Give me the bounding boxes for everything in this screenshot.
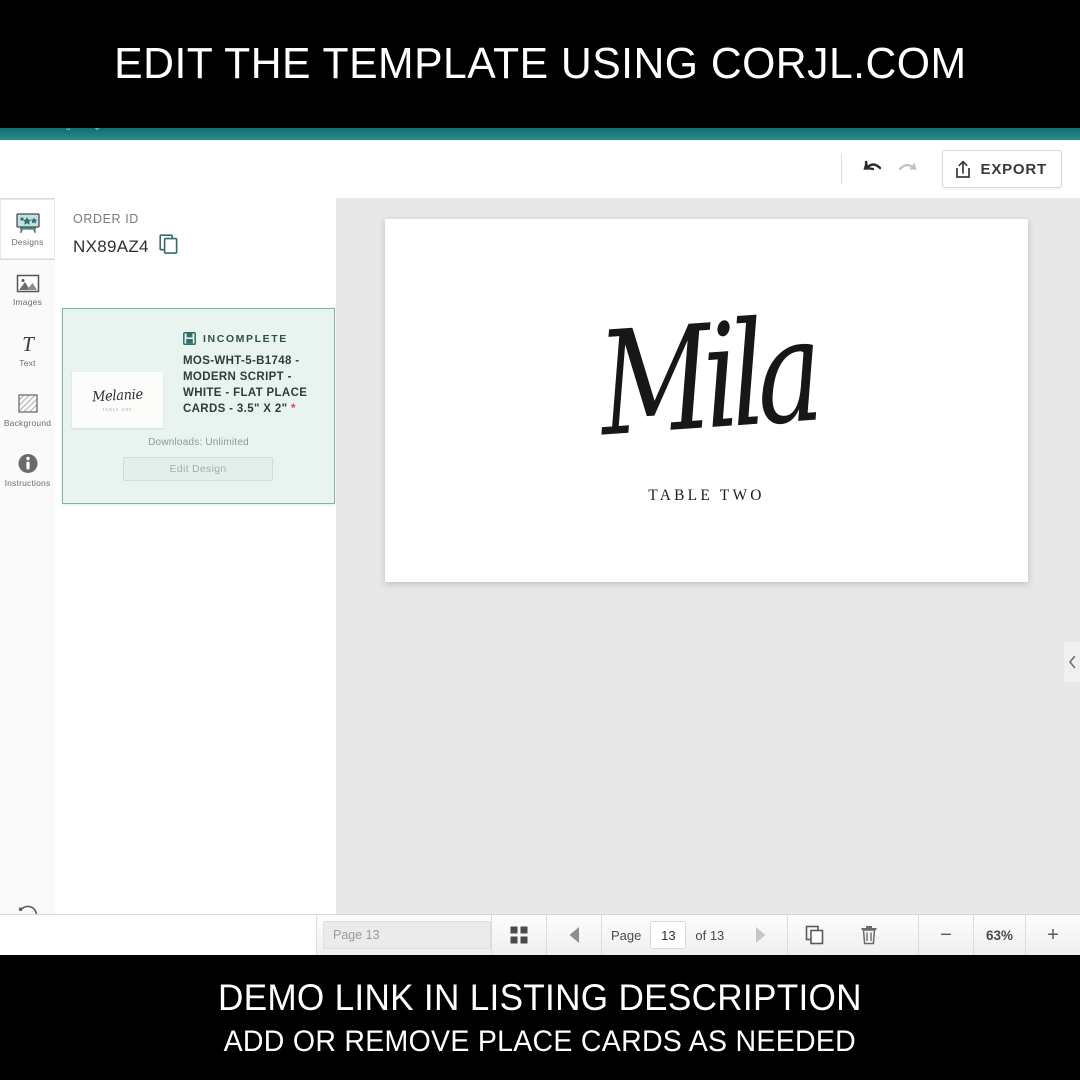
sidebar-item-designs[interactable]: Designs: [0, 198, 55, 260]
redo-arrow-icon: [898, 162, 917, 171]
grid-thumbnails-icon: [510, 926, 528, 944]
bottom-caption-banner: DEMO LINK IN LISTING DESCRIPTION ADD OR …: [0, 955, 1080, 1080]
canvas-area[interactable]: Mila TABLE TWO: [336, 198, 1080, 955]
undo-button[interactable]: [856, 152, 890, 186]
copy-duplicate-icon: [159, 234, 178, 254]
trash-delete-icon: [861, 926, 877, 945]
design-title: MOS-WHT-5-B1748 - MODERN SCRIPT - WHITE …: [183, 353, 328, 417]
tool-rail: Designs Images T Text Background Instruc…: [0, 198, 56, 955]
zoom-in-button[interactable]: +: [1026, 915, 1080, 955]
save-disk-icon: [183, 332, 196, 345]
grid-view-button[interactable]: [492, 915, 546, 955]
sidebar-item-text-label: Text: [19, 358, 36, 369]
previous-triangle-icon: [569, 927, 579, 943]
thumbnail-subtitle: TABLE ONE: [102, 408, 133, 412]
toolbar-left-spacer: [0, 915, 317, 955]
page-total-label: of 13: [695, 927, 725, 943]
design-title-text: MOS-WHT-5-B1748 - MODERN SCRIPT - WHITE …: [183, 355, 308, 415]
minus-icon: −: [940, 924, 952, 946]
text-t-icon: T: [22, 332, 35, 356]
thumbnail-name: Melanie: [91, 386, 144, 406]
order-id-value: NX89AZ4: [73, 237, 149, 256]
zoom-out-button[interactable]: −: [919, 915, 973, 955]
next-page-button[interactable]: [733, 915, 787, 955]
screenshot-root: ⇧ ⌄ ⌃ EXPORT Designs Images T Text Backg…: [0, 0, 1080, 1080]
sidebar-item-background[interactable]: Background: [0, 380, 55, 440]
order-id-label: ORDER ID: [73, 212, 139, 226]
top-caption-text: EDIT THE TEMPLATE USING CORJL.COM: [113, 39, 967, 88]
redo-button[interactable]: [890, 152, 924, 186]
corjl-editor-window: EXPORT Designs Images T Text Background …: [0, 140, 1080, 955]
design-card[interactable]: INCOMPLETE MOS-WHT-5-B1748 - MODERN SCRI…: [62, 308, 335, 504]
bottom-caption-line2: ADD OR REMOVE PLACE CARDS AS NEEDED: [223, 1024, 857, 1058]
chevron-left-icon: [1068, 655, 1075, 669]
editor-toolbar: EXPORT: [0, 140, 1080, 199]
order-id-row: NX89AZ4: [73, 234, 179, 260]
designs-grid-icon: [15, 213, 40, 234]
design-thumbnail[interactable]: Melanie TABLE ONE: [72, 372, 163, 428]
required-marker: *: [290, 403, 296, 415]
sidebar-item-images[interactable]: Images: [0, 260, 55, 320]
export-label: EXPORT: [980, 160, 1047, 178]
page-search-input[interactable]: Page 13: [323, 921, 491, 949]
zoom-level-value: 63%: [985, 927, 1013, 943]
picture-mountain-icon: [16, 275, 39, 293]
card-guest-name[interactable]: Mila: [594, 287, 819, 468]
card-table-label[interactable]: TABLE TWO: [648, 487, 764, 505]
bottom-caption-line1: DEMO LINK IN LISTING DESCRIPTION: [218, 976, 862, 1018]
order-panel: ORDER ID NX89AZ4 INCOMPLETE MOS-WHT-5-B1…: [55, 198, 337, 955]
sidebar-item-instructions-label: Instructions: [4, 478, 51, 489]
sidebar-item-background-label: Background: [3, 418, 52, 429]
sidebar-item-text[interactable]: T Text: [0, 320, 55, 380]
page-word-label: Page: [611, 927, 642, 943]
sidebar-item-instructions[interactable]: Instructions: [0, 440, 55, 500]
hatched-square-icon: [17, 394, 38, 413]
undo-arrow-icon: [863, 160, 881, 171]
delete-page-button[interactable]: [842, 915, 896, 955]
upload-share-icon: [955, 160, 970, 178]
collapse-panel-button[interactable]: [1064, 642, 1080, 682]
previous-page-button[interactable]: [547, 915, 601, 955]
page-toolbar: Page 13 Page 13 of 13 − 63% +: [0, 914, 1080, 955]
info-circle-icon: [18, 454, 37, 474]
page-search-placeholder: Page 13: [333, 928, 380, 942]
toolbar-right-group: EXPORT: [840, 150, 1062, 188]
edit-design-label: Edit Design: [169, 463, 227, 475]
top-caption-banner: EDIT THE TEMPLATE USING CORJL.COM: [0, 0, 1080, 128]
duplicate-page-button[interactable]: [788, 915, 842, 955]
svg-text:T: T: [22, 332, 35, 356]
place-card-canvas[interactable]: Mila TABLE TWO: [385, 219, 1028, 582]
downloads-text: Downloads: Unlimited: [148, 437, 249, 448]
copy-order-id-button[interactable]: [159, 234, 179, 260]
toolbar-divider: [840, 154, 842, 184]
page-number-value: 13: [661, 927, 676, 943]
status-badge-label: INCOMPLETE: [203, 332, 288, 345]
duplicate-page-icon: [805, 925, 824, 945]
plus-icon: +: [1047, 924, 1059, 946]
status-badge: INCOMPLETE: [183, 332, 288, 345]
zoom-controls: − 63% +: [917, 915, 1080, 955]
next-triangle-icon: [755, 927, 766, 943]
edit-design-button[interactable]: Edit Design: [123, 457, 273, 481]
page-number-input[interactable]: 13: [650, 921, 687, 949]
export-button[interactable]: EXPORT: [941, 150, 1062, 188]
sidebar-item-designs-label: Designs: [11, 237, 44, 248]
sidebar-item-images-label: Images: [12, 297, 43, 308]
